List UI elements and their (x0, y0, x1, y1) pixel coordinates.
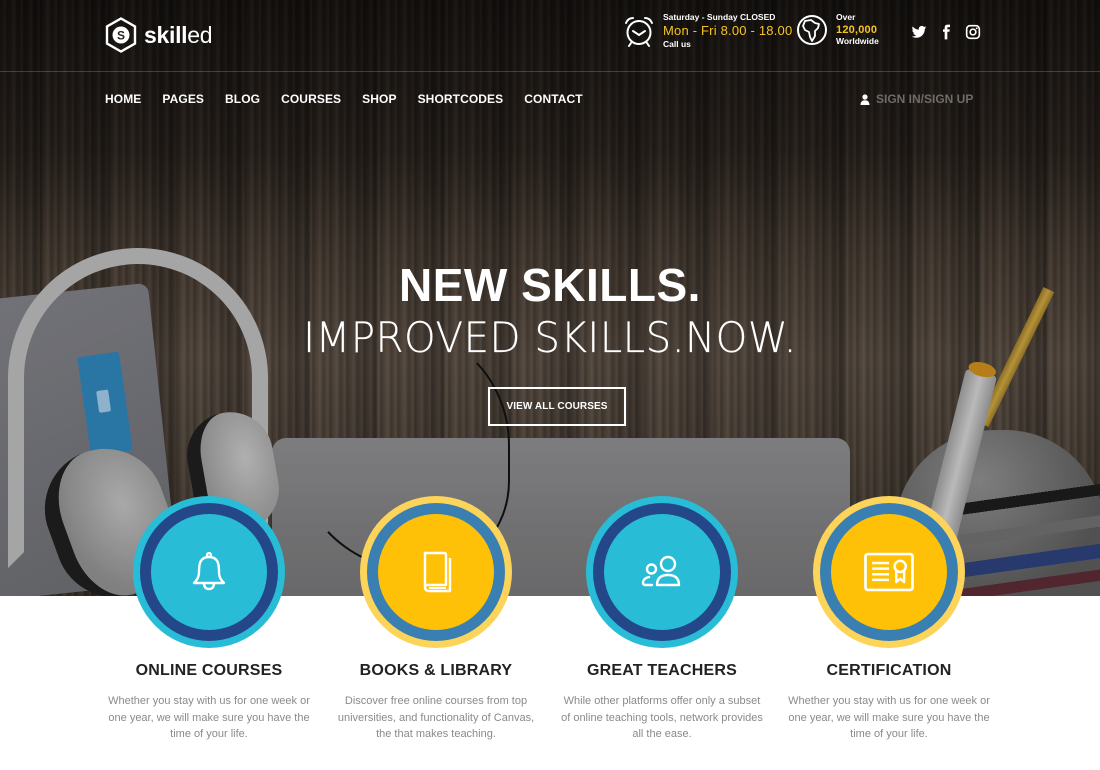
feature-description: Whether you stay with us for one week or… (788, 695, 990, 740)
sign-in-sign-up-link[interactable]: SIGN IN/SIGN UP (860, 92, 973, 106)
site-logo[interactable]: S skilled (105, 17, 213, 53)
social-links (911, 24, 981, 40)
sign-in-label: SIGN IN/SIGN UP (876, 92, 974, 106)
feature-badge[interactable] (133, 496, 285, 648)
reach-prefix: Over (836, 12, 856, 22)
feature-description: While other platforms offer only a subse… (561, 695, 763, 740)
nav-item-contact[interactable]: CONTACT (524, 92, 582, 106)
hero-subtitle: IMPROVED SKILLS.NOW. (303, 313, 797, 362)
feature-badge[interactable] (813, 496, 965, 648)
reach-count: 120,000 (836, 23, 878, 36)
top-bar: S skilled Saturday - Sunday CLOSED Mon -… (0, 0, 1100, 72)
user-icon (860, 93, 870, 105)
feature-books-library: BOOKS & LIBRARY Discover free online cou… (321, 496, 551, 743)
facebook-icon[interactable] (938, 24, 954, 40)
globe-africa-icon (797, 15, 827, 46)
feature-title: CERTIFICATION (826, 662, 952, 679)
feature-description: Discover free online courses from top un… (337, 695, 535, 740)
nav-item-blog[interactable]: BLOG (225, 92, 260, 106)
feature-online-courses: ONLINE COURSES Whether you stay with us … (94, 496, 324, 743)
nav-item-shop[interactable]: SHOP (362, 92, 396, 106)
logo-text-light: ed (187, 21, 213, 48)
hero-title: NEW SKILLS. (399, 259, 701, 311)
hours-weekday: Mon - Fri 8.00 - 18.00 (663, 22, 793, 38)
hours-weekend: Saturday - Sunday CLOSED (663, 12, 776, 22)
book-icon (423, 551, 452, 593)
nav-item-home[interactable]: HOME (105, 92, 141, 106)
users-icon (641, 555, 681, 587)
feature-title: BOOKS & LIBRARY (359, 662, 513, 679)
instagram-icon[interactable] (965, 24, 981, 40)
opening-hours: Saturday - Sunday CLOSED Mon - Fri 8.00 … (623, 12, 793, 49)
feature-badge[interactable] (360, 496, 512, 648)
feature-certification: CERTIFICATION Whether you stay with us f… (774, 496, 1004, 743)
nav-item-courses[interactable]: COURSES (281, 92, 341, 106)
logo-wordmark: skilled (144, 21, 213, 49)
call-us-label: Call us (663, 38, 691, 49)
feature-title: ONLINE COURSES (135, 662, 283, 679)
certificate-icon (864, 552, 914, 592)
hexagon-logo-icon: S (105, 17, 137, 53)
alarm-clock-icon (625, 17, 653, 48)
feature-great-teachers: GREAT TEACHERS While other platforms off… (547, 496, 777, 743)
main-nav: HOME PAGES BLOG COURSES SHOP SHORTCODES … (105, 92, 604, 106)
feature-description: Whether you stay with us for one week or… (108, 695, 310, 740)
bell-icon (192, 551, 226, 591)
worldwide-reach: Over 120,000 Worldwide (796, 12, 879, 47)
reach-suffix: Worldwide (836, 36, 879, 47)
logo-text-bold: skill (144, 21, 188, 48)
feature-badge[interactable] (586, 496, 738, 648)
nav-item-shortcodes[interactable]: SHORTCODES (418, 92, 504, 106)
twitter-icon[interactable] (911, 24, 927, 40)
nav-item-pages[interactable]: PAGES (162, 92, 204, 106)
view-all-courses-button[interactable]: VIEW ALL COURSES (488, 387, 626, 426)
svg-text:S: S (117, 28, 125, 42)
feature-title: GREAT TEACHERS (586, 662, 738, 679)
